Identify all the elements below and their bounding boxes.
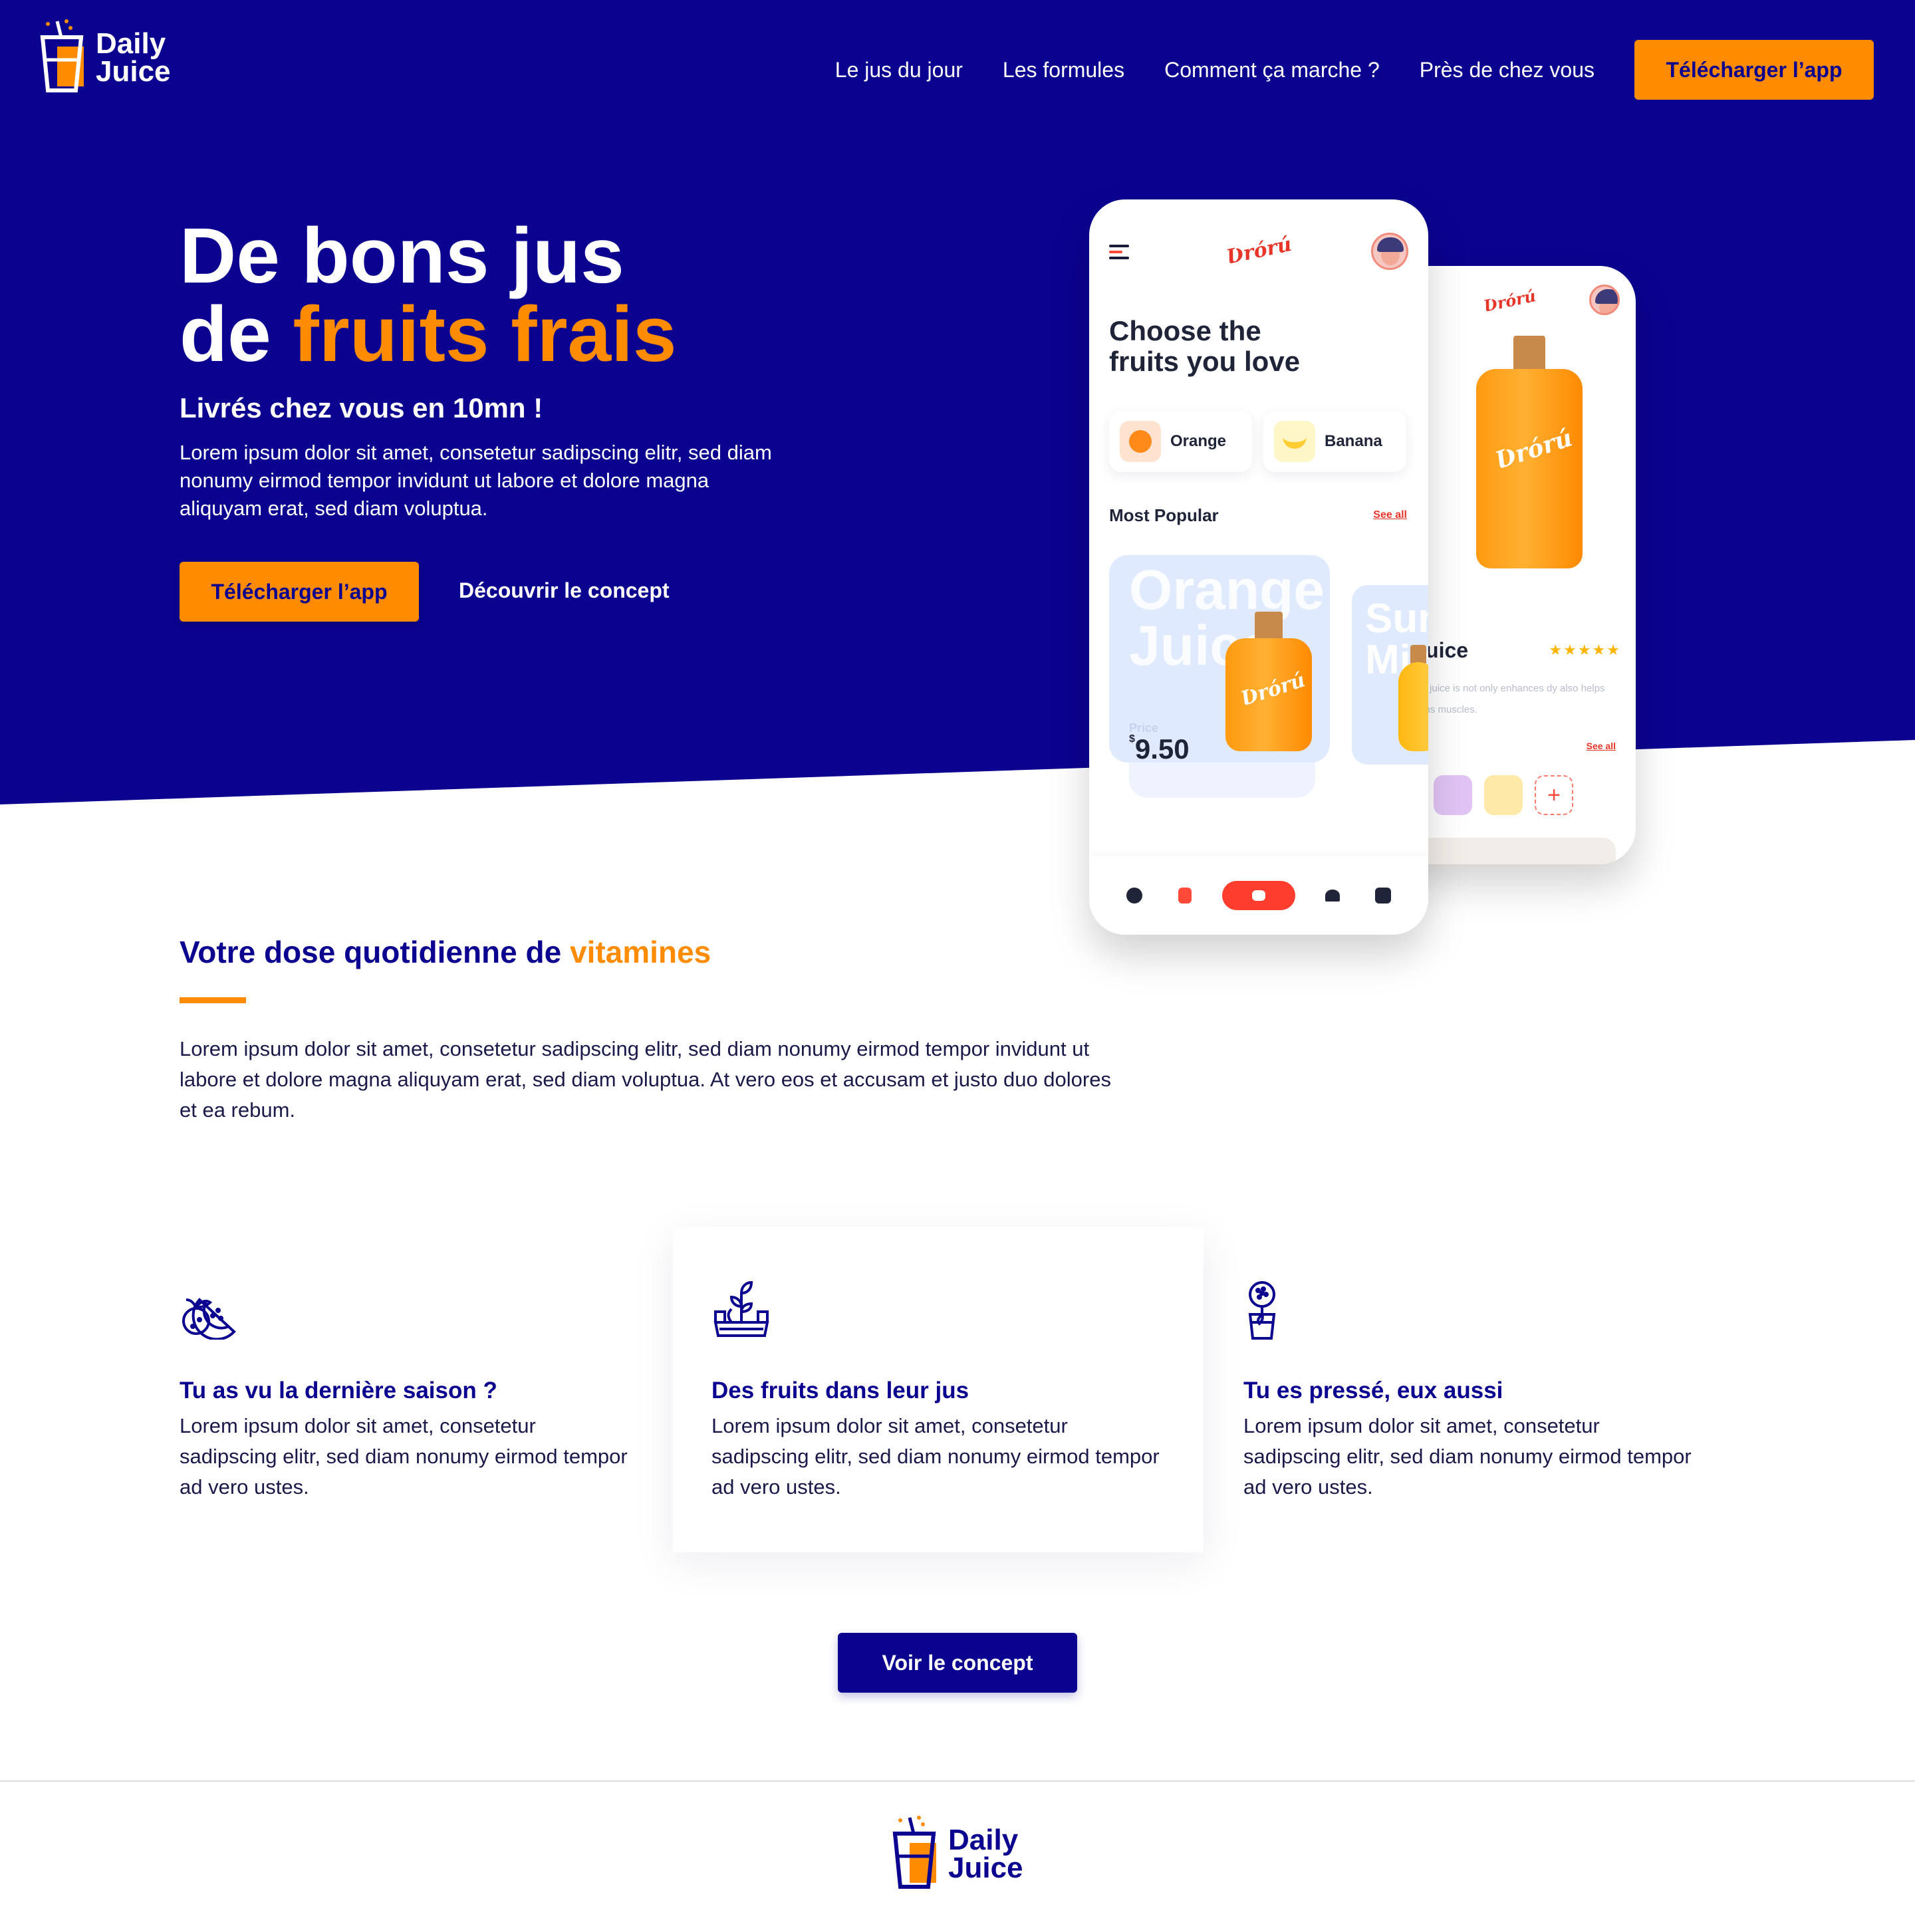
card-shadow — [1129, 758, 1315, 798]
fruits-icon — [182, 1298, 236, 1341]
see-all-link[interactable]: See all — [1587, 741, 1616, 751]
juice-cup-icon — [40, 19, 84, 92]
feature-text: Lorem ipsum dolor sit amet, consetetur s… — [180, 1414, 628, 1499]
phone-home-title-text: Choose the fruits you love — [1109, 315, 1301, 377]
crate-plant-icon — [713, 1280, 769, 1337]
juice-bottle-image: Ʋrórú — [1225, 612, 1312, 751]
juice-cup-icon — [892, 1816, 936, 1889]
add-reviewer-button[interactable]: + — [1535, 775, 1573, 815]
see-all-link[interactable]: See all — [1373, 509, 1407, 521]
juice-glass-icon — [1248, 1281, 1276, 1340]
note-icon[interactable] — [1370, 882, 1396, 909]
reviewer-avatar — [1434, 775, 1472, 815]
banana-icon — [1274, 421, 1315, 462]
logo-wordmark: Daily Juice — [948, 1824, 1023, 1884]
fruit-chip-label: Banana — [1325, 432, 1382, 450]
phone-tab-bar — [1089, 856, 1428, 935]
feature-title: Des fruits dans leur jus — [711, 1378, 969, 1403]
reviewer-avatar — [1484, 775, 1523, 815]
hero-discover-link[interactable]: Découvrir le concept — [459, 578, 670, 603]
ice-cream-icon[interactable] — [1319, 882, 1346, 909]
price-value: $9.50 — [1129, 733, 1190, 763]
nav-link-formules[interactable]: Les formules — [1003, 58, 1124, 82]
next-card-preview — [1403, 838, 1616, 864]
app-brand-logo: Ʋrórú — [1481, 285, 1538, 316]
rating-stars: ★★★★★ — [1549, 642, 1621, 658]
hero-subtitle: Livrés chez vous en 10mn ! — [180, 392, 543, 423]
fruit-chip-label: Orange — [1170, 432, 1227, 450]
main-nav: Le jus du jour Les formules Comment ça m… — [835, 40, 1874, 100]
logo-word-1: Daily — [948, 1824, 1019, 1856]
fruit-chip-orange[interactable]: Orange — [1109, 411, 1252, 472]
vitamins-title: Votre dose quotidienne de vitamines — [180, 934, 711, 970]
logo-word-2: Juice — [96, 55, 171, 88]
nav-link-jus-du-jour[interactable]: Le jus du jour — [835, 58, 963, 82]
feature-season: Tu as vu la dernière saison ? Lorem ipsu… — [180, 1280, 658, 1503]
hero-paragraph: Lorem ipsum dolor sit amet, consetetur s… — [180, 441, 772, 520]
hero-title-line1: De bons jus — [180, 212, 624, 300]
app-brand-logo: Ʋrórú — [1223, 232, 1294, 270]
vitamins-title-accent: vitamines — [569, 935, 711, 969]
price-currency: $ — [1129, 733, 1135, 745]
logo[interactable]: Daily Juice — [39, 19, 171, 97]
menu-icon[interactable] — [1109, 245, 1129, 261]
feature-title: Tu es pressé, eux aussi — [1243, 1378, 1503, 1403]
footer-logo[interactable]: Daily Juice — [891, 1815, 1023, 1893]
most-popular-title: Most Popular — [1109, 505, 1219, 525]
orange-icon — [1120, 421, 1161, 462]
feature-text: Lorem ipsum dolor sit amet, consetetur s… — [711, 1414, 1160, 1499]
nav-link-pres-de-chez-vous[interactable]: Près de chez vous — [1420, 58, 1595, 82]
hero-title-line2-prefix: de — [180, 291, 293, 378]
feature-quick: Tu es pressé, eux aussi Lorem ipsum dolo… — [1243, 1280, 1722, 1503]
nav-download-button[interactable]: Télécharger l’app — [1634, 40, 1874, 100]
logo-wordmark: Daily Juice — [96, 27, 171, 88]
hero-title: De bons jus de fruits frais — [180, 217, 677, 374]
hero-download-button[interactable]: Télécharger l’app — [180, 562, 419, 622]
juice-bottle-image — [1398, 645, 1428, 751]
bottle-icon[interactable] — [1172, 882, 1198, 909]
title-underline-bar — [180, 997, 246, 1003]
logo-word-2: Juice — [948, 1852, 1023, 1884]
avatar[interactable] — [1371, 233, 1408, 270]
phone-home-header: Ʋrórú — [1109, 233, 1408, 273]
feature-title: Tu as vu la dernière saison ? — [180, 1378, 497, 1403]
nav-link-comment-ca-marche[interactable]: Comment ça marche ? — [1164, 58, 1380, 82]
footer-divider — [0, 1780, 1915, 1782]
vitamins-paragraph: Lorem ipsum dolor sit amet, consetetur s… — [180, 1037, 1111, 1122]
juice-bottle-image: Ʋrórú — [1476, 336, 1583, 568]
phone-home-title: Choose the fruits you love — [1109, 316, 1329, 377]
price-amount: 9.50 — [1134, 733, 1190, 763]
feature-fruits: Des fruits dans leur jus Lorem ipsum dol… — [711, 1280, 1190, 1503]
avatar — [1589, 285, 1620, 315]
fruit-chip-banana[interactable]: Banana — [1263, 411, 1406, 472]
phone-mockup-home: Ʋrórú Choose the fruits you love Orange … — [1089, 199, 1428, 935]
vitamins-title-prefix: Votre dose quotidienne de — [180, 935, 570, 969]
burger-icon[interactable] — [1121, 882, 1148, 909]
bag-icon[interactable] — [1222, 881, 1295, 910]
logo-word-1: Daily — [96, 27, 166, 60]
hero-title-accent: fruits frais — [293, 291, 677, 378]
feature-text: Lorem ipsum dolor sit amet, consetetur s… — [1243, 1414, 1692, 1499]
view-concept-button[interactable]: Voir le concept — [838, 1633, 1077, 1693]
